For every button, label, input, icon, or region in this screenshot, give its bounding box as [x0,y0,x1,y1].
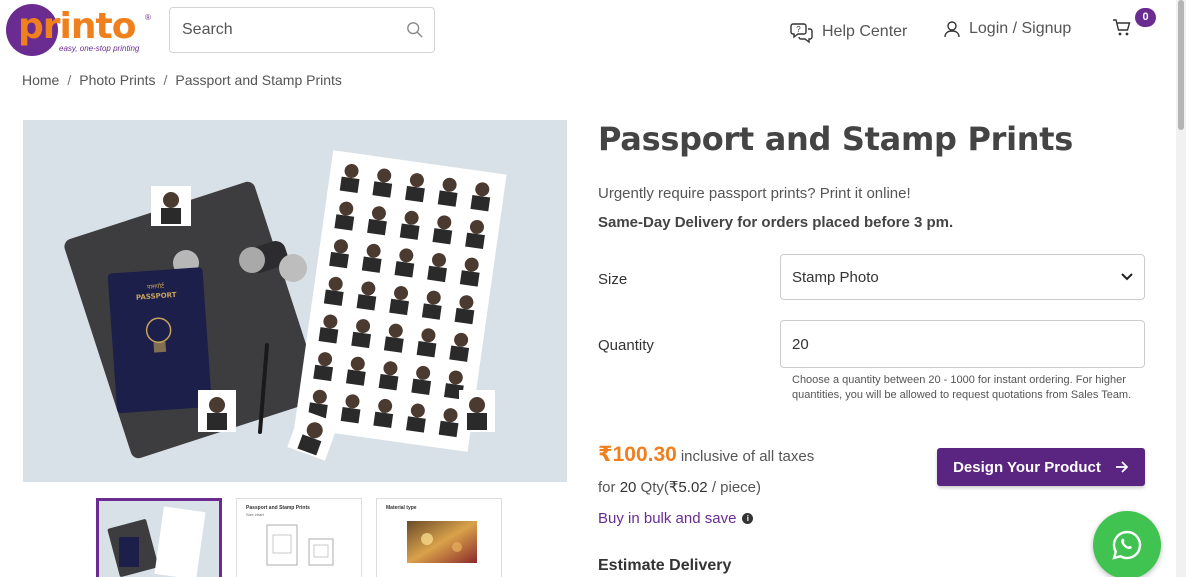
delivery-note: Same-Day Delivery for orders placed befo… [598,214,954,231]
thumbnail-image [107,506,206,577]
thumbnail-strip: Passport and Stamp Prints Size chart Mat… [96,498,502,577]
product-title: Passport and Stamp Prints [598,120,1073,158]
help-center-label: Help Center [822,23,908,40]
svg-text:?: ? [796,25,801,34]
sheet-photo-body [394,261,415,278]
sheet-photo-body [356,294,377,311]
logo-wordmark: printo [18,6,136,47]
thumbnail-size-chart-title: Passport and Stamp Prints [246,505,310,511]
breadcrumb: Home / Photo Prints / Passport and Stamp… [22,72,342,88]
total-price: ₹100.30 [598,443,677,466]
design-button-label: Design Your Product [953,458,1101,476]
sheet-photo-body [465,232,485,250]
breadcrumb-separator: / [67,72,72,88]
thumbnail-size-chart-subtitle: Size chart [246,512,264,517]
per-prefix: for [598,479,616,496]
breadcrumb-home[interactable]: Home [22,72,59,88]
search-input[interactable] [182,8,402,52]
bulk-label: Buy in bulk and save [598,510,737,527]
estimate-delivery-heading: Estimate Delivery [598,557,732,574]
sheet-photo-body [454,307,475,325]
sheet-photo-body [437,190,458,207]
sheet-photo-body [459,270,480,287]
thumbnail-material-title: Material type [386,505,417,511]
sheet-photo-body [405,185,425,203]
help-center-link[interactable]: ? Help Center [790,18,907,46]
thumbnail-product-photo[interactable] [96,498,222,577]
sheet-photo-body [323,289,344,306]
sheet-photo-body [432,228,453,245]
size-select[interactable]: Stamp Photo [780,254,1145,300]
sheet-photo-body [449,345,470,362]
sheet-photo-body [406,416,426,433]
quantity-input[interactable] [780,320,1145,368]
breadcrumb-separator: / [163,72,168,88]
sheet-photo-body [399,223,420,240]
per-qty: 20 [619,479,637,496]
sheet-photo-body [411,378,432,395]
sheet-photo-body [334,214,355,231]
sheet-photo-body [383,336,404,353]
sheet-photo-body [373,411,394,428]
sheet-photo-body [345,369,366,386]
bulk-savings-link[interactable]: Buy in bulk and save i [598,510,754,527]
sheet-photo-body [421,303,442,320]
sheet-photo-body [318,327,339,344]
per-piece-price: ₹5.02 [668,479,708,496]
price-tax-note: inclusive of all taxes [680,448,815,465]
arrow-right-icon [1115,461,1129,473]
passport-cover-text-hindi: पासपोर्ट [147,282,165,291]
sheet-photo-body [427,265,447,283]
chevron-down-icon [1121,273,1133,281]
product-description: Urgently require passport prints? Print … [598,185,911,202]
product-hero-image[interactable]: पासपोर्ट PASSPORT [23,120,567,482]
logo-tagline: easy, one-stop printing [59,44,140,53]
help-chat-icon: ? [790,23,813,44]
quantity-hint: Choose a quantity between 20 - 1000 for … [792,374,1132,401]
breadcrumb-current: Passport and Stamp Prints [175,72,342,88]
sheet-photo-body [389,298,409,316]
sheet-photo-body [339,176,360,194]
sheet-photo-body [416,340,437,358]
sheet-photo-body [313,364,334,382]
price-row: ₹100.30 inclusive of all taxes [598,442,814,467]
search-icon[interactable] [406,21,424,39]
per-piece-row: for 20 Qty(₹5.02 / piece) [598,478,761,496]
thumbnail-size-chart[interactable]: Passport and Stamp Prints Size chart [236,498,362,577]
printo-logo[interactable]: printo ® easy, one-stop printing [6,4,156,58]
breadcrumb-photo-prints[interactable]: Photo Prints [79,72,155,88]
per-piece-suffix: / piece) [711,479,762,496]
sheet-photo-body [367,218,387,236]
sheet-photo-body [329,251,349,269]
design-your-product-button[interactable]: Design Your Product [937,448,1145,486]
sheet-photo-body [340,407,361,424]
whatsapp-icon [1112,530,1142,560]
product-illustration: पासपोर्ट PASSPORT [64,150,507,461]
search-box [169,7,435,53]
sheet-photo-body [378,373,399,391]
info-icon[interactable]: i [742,513,754,524]
login-signup-link[interactable]: Login / Signup [943,16,1071,42]
sheet-photo-body [372,181,393,198]
registered-mark: ® [145,13,151,22]
cart-icon[interactable] [1112,18,1132,38]
per-qty-unit: Qty [640,479,664,496]
cart-count-badge: 0 [1135,8,1156,27]
size-label: Size [598,271,628,288]
login-label: Login / Signup [969,20,1072,37]
size-selected-value: Stamp Photo [792,268,879,286]
quantity-label: Quantity [598,337,654,354]
whatsapp-chat-button[interactable] [1093,511,1161,577]
sheet-photo-body [438,420,459,438]
thumbnail-material-type[interactable]: Material type [376,498,502,577]
sheet-photo-body [470,195,491,212]
scrollbar-thumb[interactable] [1178,0,1184,130]
sheet-photo-body [351,331,372,349]
user-icon [944,21,960,38]
sheet-photo-body [361,256,382,273]
